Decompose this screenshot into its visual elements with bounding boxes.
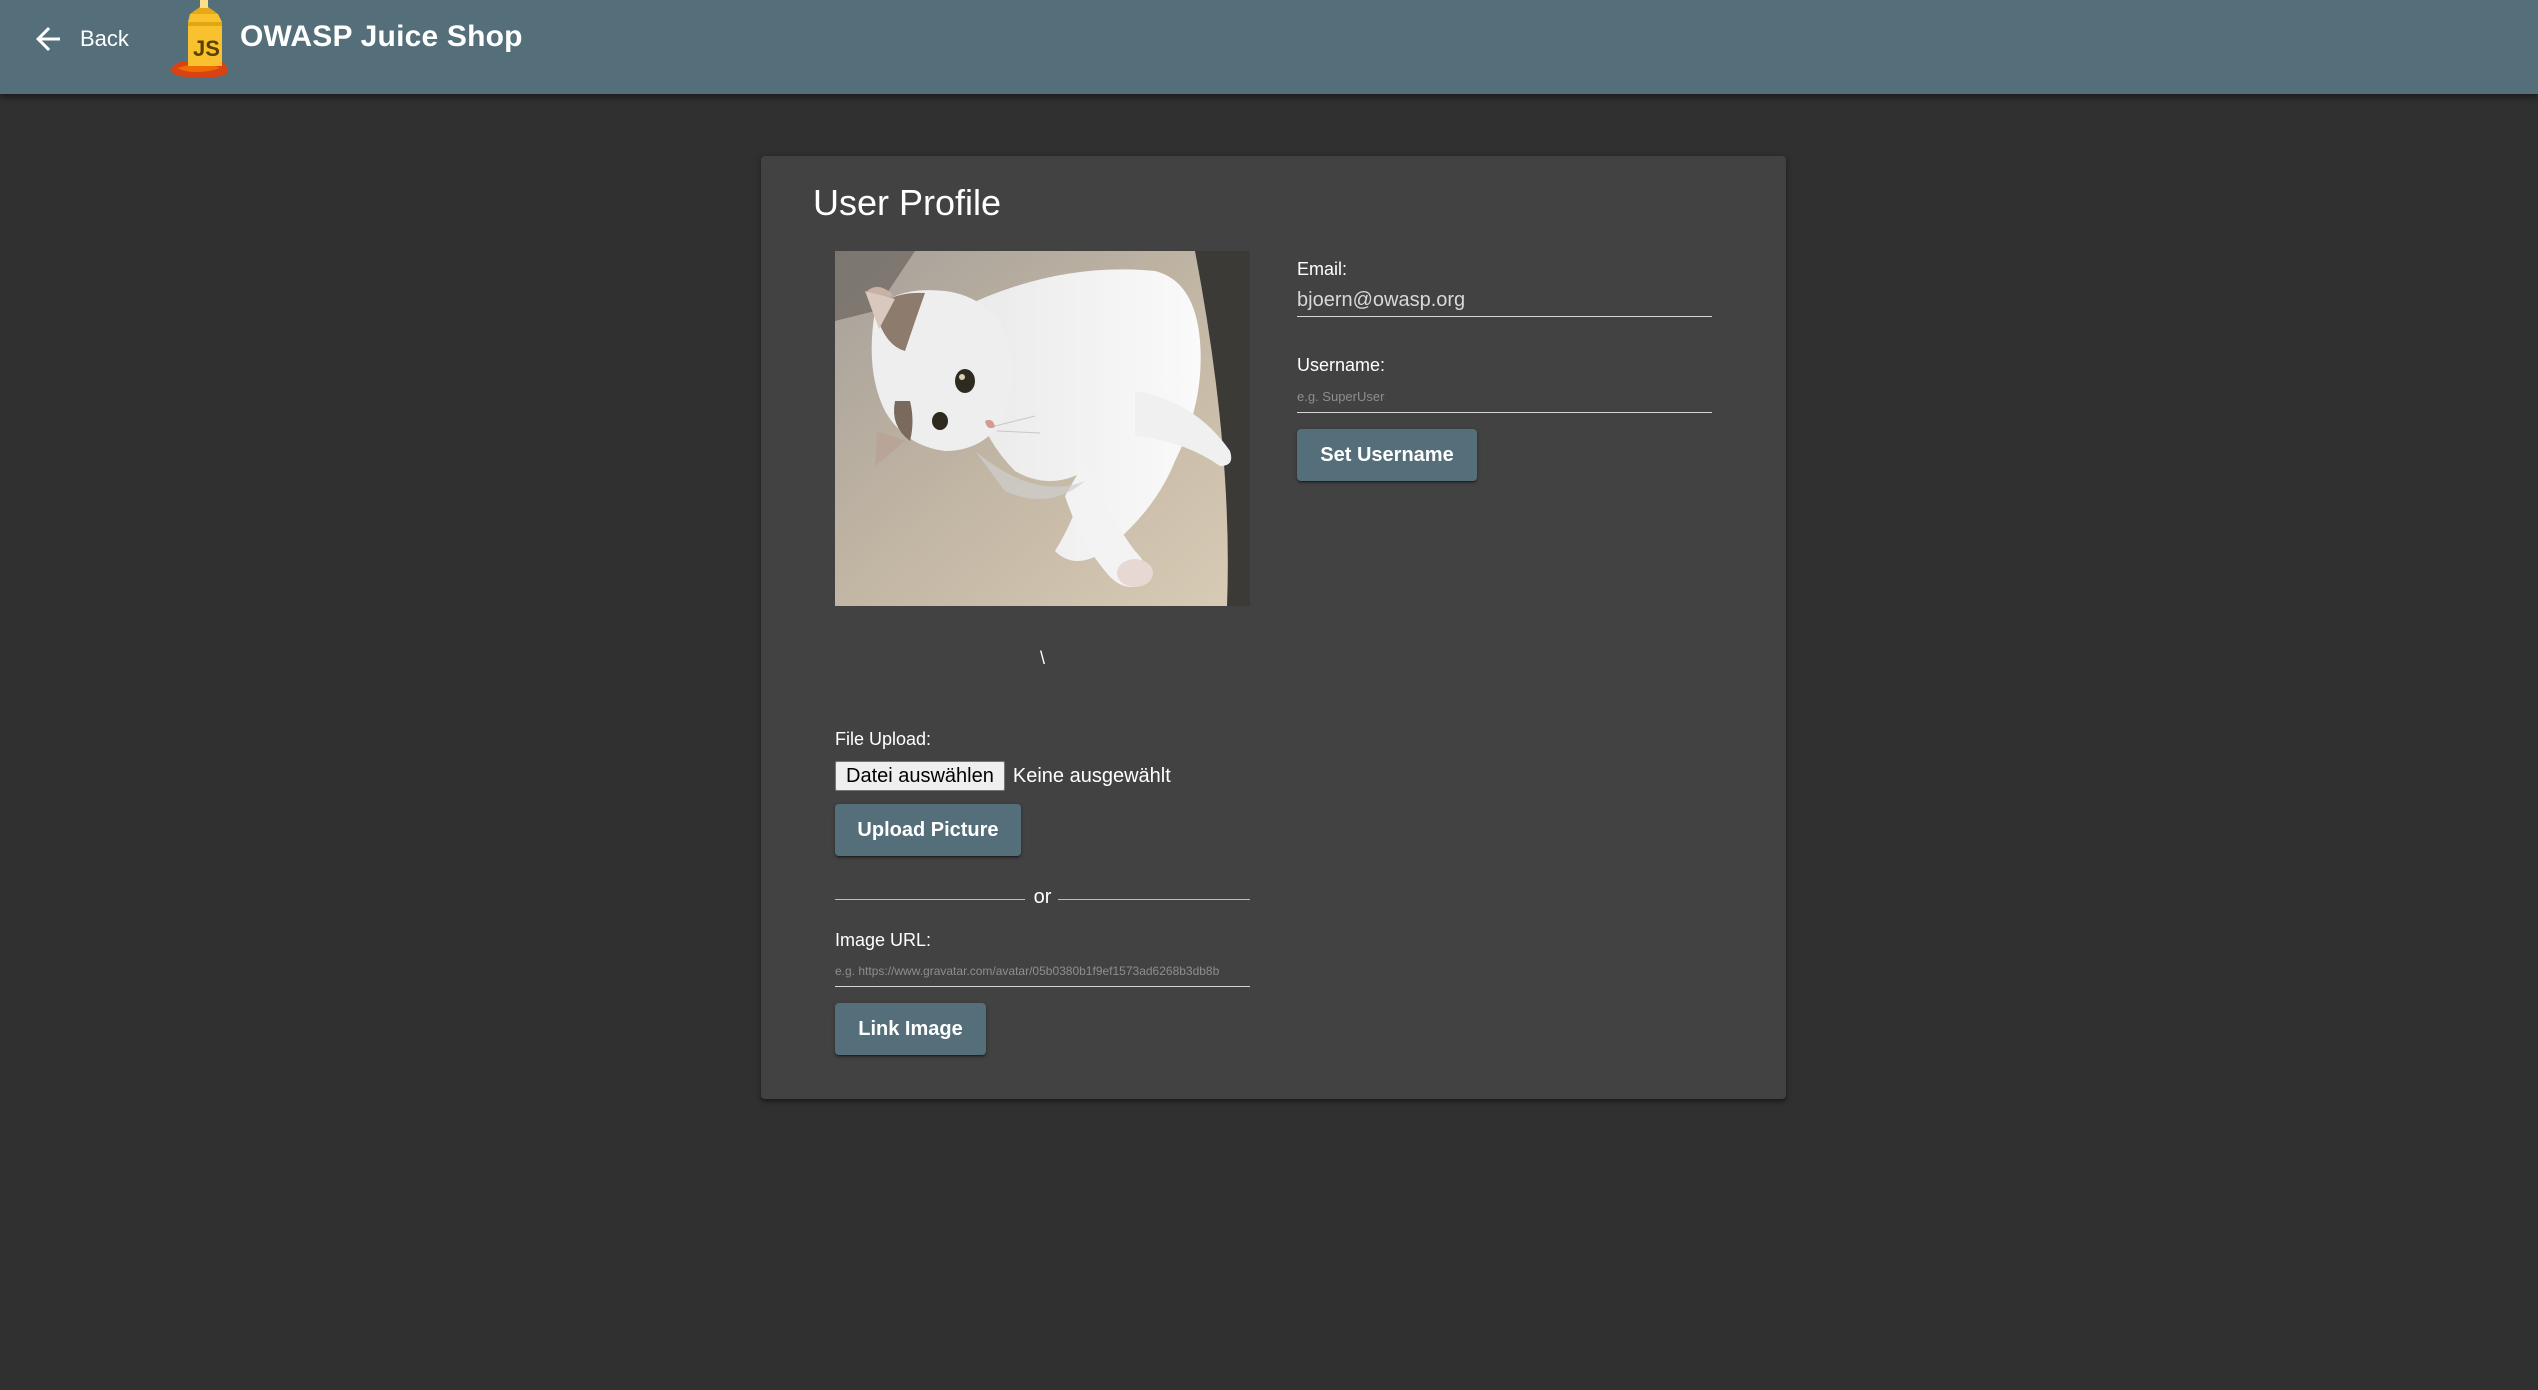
username-input[interactable] [1297,380,1712,412]
image-url-input[interactable] [835,956,1250,986]
email-label: Email: [1297,259,1348,279]
cat-photo-image [835,251,1250,606]
profile-image [835,251,1250,606]
user-profile-card: User Profile \ File Upload: Datei auswäh… [761,156,1786,1099]
app-title[interactable]: OWASP Juice Shop [240,20,523,54]
toolbar: Back JS OWASP Juice Shop [0,0,2538,94]
link-image-button[interactable]: Link Image [835,1003,986,1055]
juice-shop-logo-icon[interactable]: JS [166,0,240,78]
upload-picture-button[interactable]: Upload Picture [835,804,1021,856]
or-divider: or [835,886,1250,912]
set-username-button[interactable]: Set Username [1297,429,1477,481]
arrow-back-icon [36,27,60,51]
back-button[interactable]: Back [30,16,150,62]
image-url-field[interactable] [835,956,1250,987]
email-field[interactable] [1297,284,1712,317]
file-status-text: Keine ausgewählt [1012,764,1171,787]
divider-line-right [1058,899,1250,900]
image-url-label: Image URL: [835,930,932,950]
username-field[interactable] [1297,380,1712,413]
divider-text: or [1033,886,1052,908]
svg-text:JS: JS [193,36,220,61]
file-input[interactable]: Datei auswählen Keine ausgewählt [835,760,1171,792]
image-caption: \ [1039,648,1045,668]
username-label: Username: [1297,355,1386,375]
back-label: Back [80,26,129,51]
page-title: User Profile [813,182,1002,223]
choose-file-button[interactable]: Datei auswählen [835,761,1005,791]
file-upload-label: File Upload: [835,729,932,749]
email-input[interactable] [1297,284,1712,316]
